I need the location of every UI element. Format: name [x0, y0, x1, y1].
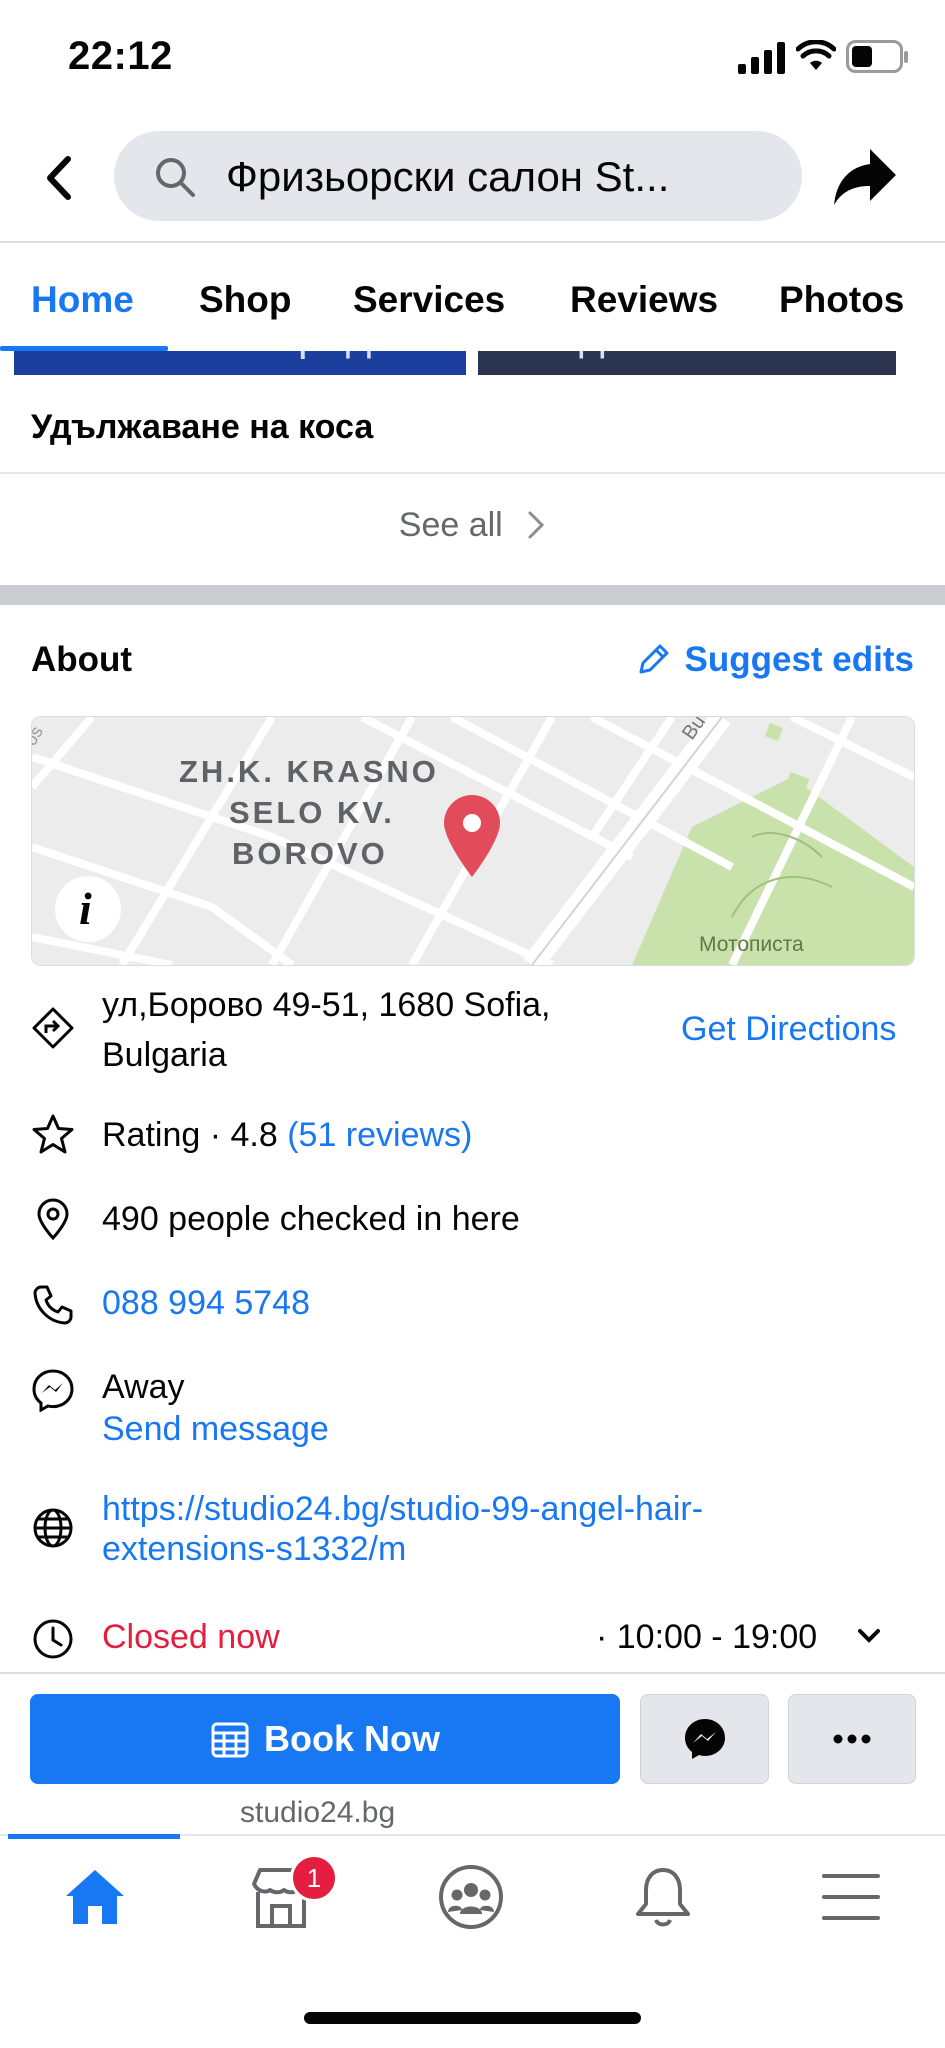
back-arrow-icon[interactable] [38, 153, 82, 203]
directions-icon [32, 1007, 74, 1049]
map-park-label: Мотописта [699, 933, 804, 956]
service-photo-after: след [478, 351, 896, 375]
calendar-icon [211, 1722, 249, 1758]
messenger-icon [32, 1369, 74, 1412]
location-map[interactable]: ZH.K. KRASNO SELO KV. BOROVO Мотописта B… [31, 716, 915, 966]
website-caption: studio24.bg [240, 1796, 396, 1829]
messenger-icon [684, 1719, 725, 1759]
map-canvas: ZH.K. KRASNO SELO KV. BOROVO Мотописта B… [32, 717, 914, 965]
website-row: https://studio24.bg/studio-99-angel-hair… [31, 1488, 913, 1578]
suggest-edits-button[interactable]: Suggest edits [633, 640, 914, 680]
share-icon[interactable] [832, 145, 898, 207]
book-now-button[interactable]: Book Now [30, 1694, 620, 1784]
hours-row[interactable]: Closed now · 10:00 - 19:00 [31, 1612, 913, 1662]
search-icon [156, 158, 195, 197]
send-message-link[interactable]: Send message [102, 1404, 329, 1454]
after-caption: след [508, 351, 605, 361]
pencil-icon [639, 644, 669, 674]
suggest-edits-label: Suggest edits [684, 640, 914, 679]
see-all-button[interactable]: See all [0, 506, 945, 545]
see-all-label: See all [398, 506, 503, 544]
map-info-icon[interactable]: i [55, 876, 121, 942]
page-tabs: Home Shop Services Reviews Photos [0, 241, 945, 351]
messenger-row: Away Send message [31, 1362, 913, 1462]
phone-link[interactable]: 088 994 5748 [102, 1278, 310, 1328]
service-title[interactable]: Удължаване на коса [31, 408, 373, 447]
search-query: Фризьорски салон St... [226, 153, 670, 200]
rating-value: Rating · 4.8 [102, 1116, 278, 1154]
address-row: ул,Борово 49-51, 1680 Sofia, Bulgaria Ge… [31, 980, 913, 1080]
nav-notifications-bell-icon[interactable] [628, 1862, 698, 1932]
before-caption: преди [274, 351, 396, 361]
tab-home[interactable]: Home [31, 279, 134, 321]
service-photos[interactable]: преди след [0, 351, 945, 375]
map-district-label: ZH.K. KRASNO [179, 754, 439, 789]
battery-icon [846, 40, 908, 73]
nav-groups-icon[interactable] [436, 1862, 506, 1932]
action-bar-divider [0, 1672, 945, 1674]
tab-photos[interactable]: Photos [779, 279, 904, 321]
more-options-button[interactable] [788, 1694, 916, 1784]
checkins-row: 490 people checked in here [31, 1194, 913, 1244]
svg-text:i: i [79, 883, 92, 934]
signal-icon [738, 42, 785, 74]
more-dots-icon [833, 1734, 871, 1744]
hours-status: Closed now [102, 1618, 280, 1656]
map-district-label: BOROVO [232, 836, 388, 871]
chevron-down-icon[interactable] [856, 1626, 882, 1646]
globe-icon [33, 1508, 73, 1548]
service-photo-before: преди [14, 351, 466, 375]
nav-active-indicator [8, 1834, 180, 1839]
map-district-label: SELO KV. [229, 795, 395, 830]
tab-shop[interactable]: Shop [199, 279, 291, 321]
hours-range: · 10:00 - 19:00 [596, 1618, 818, 1656]
chevron-right-icon [528, 511, 545, 539]
address-line-2: Bulgaria [102, 1036, 227, 1074]
notification-badge: 1 [290, 1854, 338, 1902]
location-pin-icon [37, 1198, 69, 1241]
section-separator [0, 585, 945, 605]
home-indicator [304, 2012, 641, 2024]
get-directions-link[interactable]: Get Directions [681, 1004, 896, 1054]
status-bar: 22:12 [0, 0, 945, 115]
tab-services[interactable]: Services [353, 279, 505, 321]
search-input[interactable]: Фризьорски салон St... [114, 131, 802, 221]
checkins-text: 490 people checked in here [102, 1200, 520, 1238]
nav-home-icon[interactable] [60, 1862, 130, 1932]
reviews-link[interactable]: (51 reviews) [287, 1116, 472, 1154]
clock-icon [33, 1619, 73, 1659]
book-now-label: Book Now [264, 1718, 440, 1759]
about-heading: About [31, 640, 133, 679]
address-line-1: ул,Борово 49-51, 1680 Sofia, [102, 986, 551, 1024]
star-icon [32, 1114, 74, 1154]
divider [0, 472, 945, 474]
wifi-icon [796, 40, 836, 70]
phone-icon [33, 1285, 73, 1325]
website-link-line-2[interactable]: extensions-s1332/m [102, 1528, 406, 1570]
tab-reviews[interactable]: Reviews [570, 279, 718, 321]
nav-menu-icon[interactable] [816, 1862, 886, 1932]
website-link-line-1[interactable]: https://studio24.bg/studio-99-angel-hair… [102, 1488, 703, 1530]
top-bar: Фризьорски салон St... [0, 115, 945, 243]
rating-row: Rating · 4.8 (51 reviews) [31, 1110, 913, 1160]
message-button[interactable] [640, 1694, 769, 1784]
phone-row: 088 994 5748 [31, 1278, 913, 1328]
status-time: 22:12 [68, 34, 173, 78]
